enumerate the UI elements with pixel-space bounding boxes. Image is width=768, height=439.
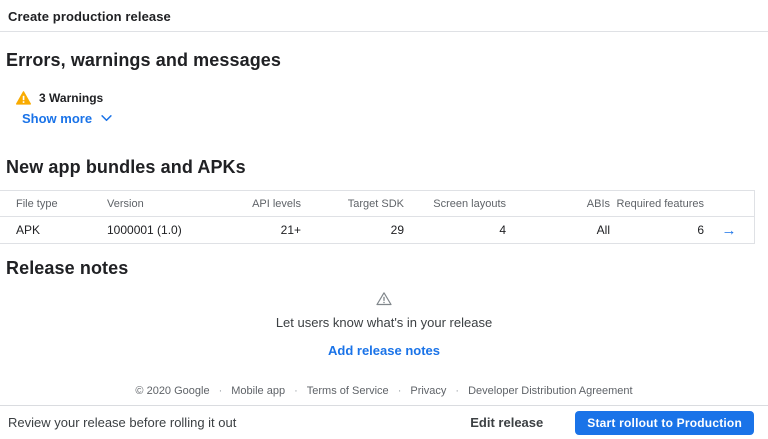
cell-abis: All xyxy=(506,223,610,237)
footer-separator: · xyxy=(398,385,402,397)
cell-file-type: APK xyxy=(0,223,107,237)
errors-warnings-heading: Errors, warnings and messages xyxy=(0,50,768,71)
warning-summary-row: 3 Warnings xyxy=(0,91,768,105)
add-release-notes-link[interactable]: Add release notes xyxy=(328,343,440,358)
apk-table-row: APK 1000001 (1.0) 21+ 29 4 All 6 → xyxy=(0,217,754,244)
show-more-label: Show more xyxy=(22,111,92,126)
column-header-version: Version xyxy=(107,198,207,210)
edit-release-button[interactable]: Edit release xyxy=(470,415,543,430)
release-notes-empty-text: Let users know what's in your release xyxy=(0,315,768,330)
warning-icon xyxy=(16,91,31,105)
column-header-file-type: File type xyxy=(0,198,107,210)
footer-separator: · xyxy=(294,385,298,397)
cell-screen-layouts: 4 xyxy=(404,223,506,237)
footer-link-privacy[interactable]: Privacy xyxy=(410,385,446,397)
apk-table: File type Version API levels Target SDK … xyxy=(0,190,755,244)
chevron-down-icon xyxy=(101,115,112,122)
footer-link-terms-of-service[interactable]: Terms of Service xyxy=(307,385,389,397)
column-header-api-levels: API levels xyxy=(207,198,301,210)
footer-link-developer-distribution-agreement[interactable]: Developer Distribution Agreement xyxy=(468,385,632,397)
column-header-target-sdk: Target SDK xyxy=(301,198,404,210)
create-production-release-page: { "page": { "title": "Create production … xyxy=(0,0,768,439)
column-header-required-features: Required features xyxy=(610,198,704,210)
cell-version: 1000001 (1.0) xyxy=(107,223,207,237)
footer-separator: · xyxy=(219,385,223,397)
cell-required-features: 6 xyxy=(610,223,704,237)
cell-target-sdk: 29 xyxy=(301,223,404,237)
footer-separator: · xyxy=(455,385,459,397)
review-release-message: Review your release before rolling it ou… xyxy=(8,415,470,430)
column-header-screen-layouts: Screen layouts xyxy=(404,198,506,210)
copyright-text: © 2020 Google xyxy=(135,385,209,397)
start-rollout-button[interactable]: Start rollout to Production xyxy=(575,411,754,435)
bundles-heading: New app bundles and APKs xyxy=(0,157,768,178)
release-notes-empty-state: Let users know what's in your release Ad… xyxy=(0,291,768,360)
page-title: Create production release xyxy=(0,0,768,32)
release-notes-heading: Release notes xyxy=(0,258,768,279)
release-notes-empty-warning-icon xyxy=(0,291,768,306)
apk-details-arrow-icon[interactable]: → xyxy=(722,223,737,238)
show-more-toggle[interactable]: Show more xyxy=(0,111,112,126)
apk-table-header-row: File type Version API levels Target SDK … xyxy=(0,191,754,217)
warning-count-label: 3 Warnings xyxy=(39,91,103,105)
column-header-abis: ABIs xyxy=(506,198,610,210)
cell-api-levels: 21+ xyxy=(207,223,301,237)
bottom-action-bar: Review your release before rolling it ou… xyxy=(0,405,768,439)
footer-link-mobile-app[interactable]: Mobile app xyxy=(231,385,285,397)
page-footer: © 2020 Google · Mobile app · Terms of Se… xyxy=(0,385,768,397)
